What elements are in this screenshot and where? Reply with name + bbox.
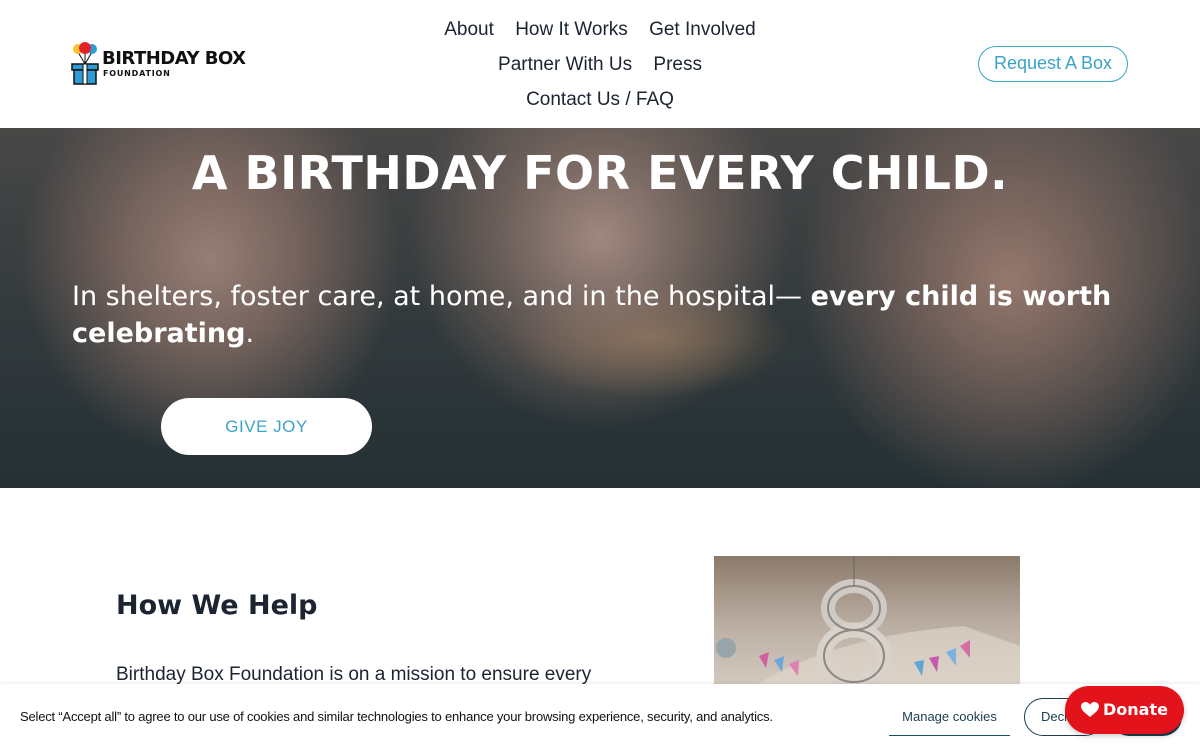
give-joy-button[interactable]: GIVE JOY — [161, 398, 372, 455]
nav-press[interactable]: Press — [653, 47, 702, 82]
site-logo[interactable]: BIRTHDAY BOX FOUNDATION — [70, 42, 250, 86]
cookie-consent-bar: Select “Accept all” to agree to our use … — [0, 684, 1200, 750]
logo-title: BIRTHDAY BOX — [102, 48, 246, 69]
nav-how-it-works[interactable]: How It Works — [515, 12, 628, 47]
gift-balloon-icon — [71, 42, 99, 85]
nav-get-involved[interactable]: Get Involved — [649, 12, 756, 47]
cookie-message: Select “Accept all” to agree to our use … — [20, 709, 773, 724]
logo-subtitle: FOUNDATION — [103, 69, 171, 78]
site-header: BIRTHDAY BOX FOUNDATION About How It Wor… — [0, 0, 1200, 128]
donate-button[interactable]: Donate — [1065, 686, 1184, 734]
hero-subtitle-regular: In shelters, foster care, at home, and i… — [72, 281, 811, 312]
heart-icon — [1081, 702, 1099, 717]
hero-banner: A BIRTHDAY FOR EVERY CHILD. In shelters,… — [0, 128, 1200, 488]
nav-contact-faq[interactable]: Contact Us / FAQ — [526, 82, 674, 117]
donate-label: Donate — [1103, 700, 1168, 719]
birthday-balloon-photo — [714, 556, 1020, 686]
how-we-help-text: Birthday Box Foundation is on a mission … — [116, 664, 592, 685]
balloon-eight-graphic — [716, 556, 1020, 686]
how-we-help-heading: How We Help — [116, 590, 318, 621]
hero-subtitle-end: . — [245, 318, 255, 349]
request-a-box-button[interactable]: Request A Box — [978, 46, 1128, 82]
hero-subtitle: In shelters, foster care, at home, and i… — [72, 278, 1132, 352]
nav-about[interactable]: About — [444, 12, 494, 47]
manage-cookies-button[interactable]: Manage cookies — [889, 698, 1010, 736]
nav-partner-with-us[interactable]: Partner With Us — [498, 47, 632, 82]
main-nav: About How It Works Get Involved Partner … — [400, 12, 800, 117]
hero-title: A BIRTHDAY FOR EVERY CHILD. — [191, 146, 1009, 200]
